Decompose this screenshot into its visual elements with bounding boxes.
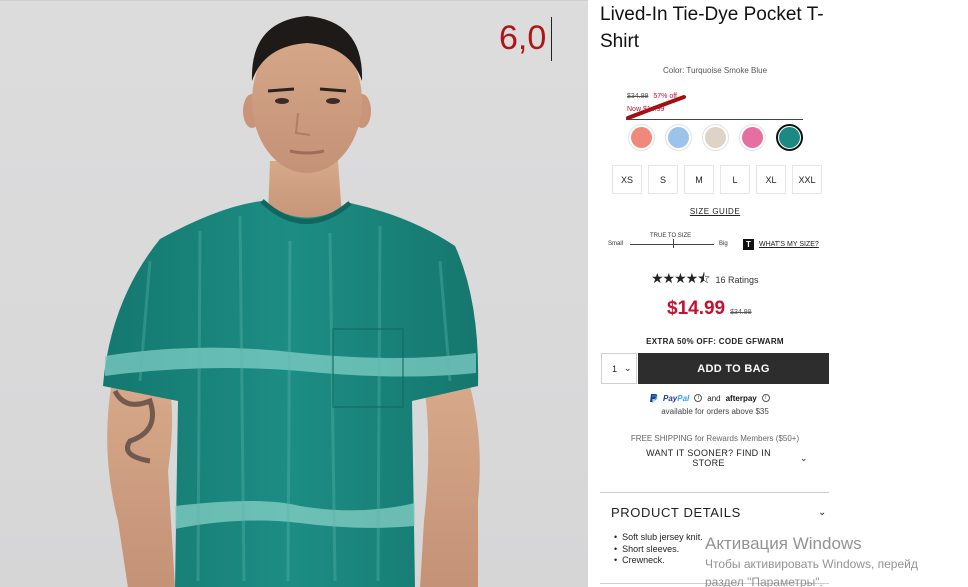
discount-badge: 57% off (653, 93, 677, 100)
find-in-store-toggle[interactable]: WANT IT SOONER? FIND IN STORE (636, 448, 781, 468)
product-details-heading[interactable]: PRODUCT DETAILS (611, 505, 741, 520)
color-swatches (628, 124, 803, 151)
color-swatch-coral[interactable] (628, 124, 655, 151)
section-divider (600, 492, 829, 493)
windows-activation-title: Активация Windows (705, 534, 862, 553)
size-option-xs[interactable]: XS (612, 165, 642, 194)
payment-availability: available for orders above $35 (661, 407, 769, 416)
and-text: and (707, 393, 721, 403)
paypal-logo-icon (650, 394, 658, 403)
product-details-list: Soft slub jersey knit.Short sleeves.Crew… (614, 532, 703, 567)
detail-item: Crewneck. (614, 555, 703, 567)
product-info-panel: Lived-In Tie-Dye Pocket T-Shirt Color: T… (600, 0, 830, 587)
size-option-xxl[interactable]: XXL (792, 165, 822, 194)
quantity-value: 1 (612, 363, 618, 374)
product-photo[interactable]: 6,0 (0, 0, 588, 587)
color-swatch-oatmeal[interactable] (702, 124, 729, 151)
swatch-divider (626, 119, 803, 120)
detail-item: Short sleeves. (614, 544, 703, 556)
chevron-down-icon[interactable]: ⌄ (800, 453, 808, 464)
model-illustration (103, 16, 480, 587)
overlay-number-text[interactable]: 6,0 (499, 19, 546, 58)
paypal-pal-text: Pal (677, 393, 690, 403)
crossed-price: $34.99 (627, 93, 649, 100)
windows-activation-text: раздел "Параметры". (705, 575, 823, 587)
size-option-xl[interactable]: XL (756, 165, 786, 194)
sale-price-summary: $34.99 57% off (627, 93, 677, 100)
text-cursor (551, 17, 552, 61)
swatch-dot (631, 127, 652, 148)
product-title: Lived-In Tie-Dye Pocket T-Shirt (600, 4, 824, 52)
payment-options: PayPal i and afterpay i (649, 393, 770, 403)
detail-item: Soft slub jersey knit. (614, 532, 703, 544)
chevron-down-icon: ⌄ (624, 363, 632, 373)
color-label: Color: Turquoise Smoke Blue (662, 66, 768, 75)
size-selector: XS S M L XL XXL (612, 165, 822, 194)
original-price: $34.99 (730, 309, 752, 316)
free-shipping-note: FREE SHIPPING for Rewards Members ($50+) (630, 434, 800, 443)
windows-activation-text: Чтобы активировать Windows, перейд (705, 557, 918, 571)
size-option-l[interactable]: L (720, 165, 750, 194)
info-icon[interactable]: i (761, 394, 770, 402)
swatch-dot (668, 127, 689, 148)
ratings-count[interactable]: 16 Ratings (715, 275, 758, 285)
afterpay-logo[interactable]: afterpay (726, 394, 757, 403)
add-to-bag-button[interactable]: ADD TO BAG (638, 353, 829, 384)
whats-my-size-link[interactable]: WHAT'S MY SIZE? (759, 241, 819, 248)
fit-big-label: Big (719, 241, 728, 247)
fit-small-label: Small (608, 241, 624, 247)
now-price: Now $14.99 (627, 106, 665, 113)
size-option-m[interactable]: M (684, 165, 714, 194)
true-fit-logo-icon: T (743, 239, 754, 250)
true-to-size-label: TRUE TO SIZE (650, 233, 692, 239)
color-swatch-turquoise[interactable] (776, 124, 803, 151)
swatch-dot (705, 127, 726, 148)
size-option-s[interactable]: S (648, 165, 678, 194)
color-swatch-light-blue[interactable] (665, 124, 692, 151)
paypal-pay-text: Pay (663, 393, 678, 403)
quantity-select[interactable]: 1 ⌄ (601, 353, 637, 384)
current-price: $14.99 (667, 298, 726, 319)
promo-code-text: EXTRA 50% OFF: CODE GFWARM (646, 337, 784, 346)
fit-marker (673, 239, 674, 248)
rating-stars-icon: ★★★★⯪ (651, 270, 710, 286)
swatch-dot (742, 127, 763, 148)
swatch-dot (779, 127, 800, 148)
chevron-down-icon[interactable]: ⌄ (818, 507, 826, 518)
color-swatch-pink[interactable] (739, 124, 766, 151)
fit-track (630, 244, 714, 245)
rating-summary[interactable]: ★★★★⯪ 16 Ratings (651, 268, 759, 292)
fit-scale: TRUE TO SIZE Small Big (608, 233, 728, 253)
paypal-label[interactable]: PayPal (663, 394, 689, 403)
info-icon[interactable]: i (694, 394, 703, 402)
price-block: $14.99 $34.99 (667, 298, 752, 320)
size-guide-link[interactable]: SIZE GUIDE (600, 207, 830, 216)
